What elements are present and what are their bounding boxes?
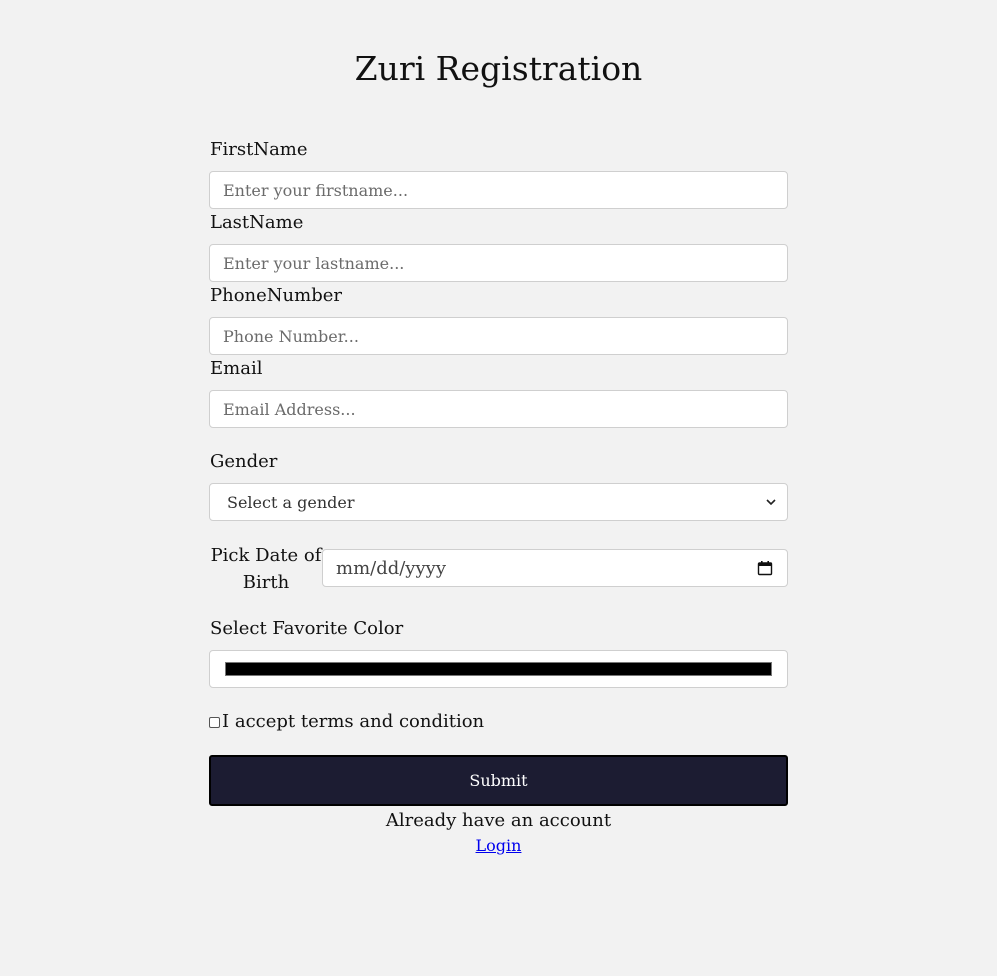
already-account-text: Already have an account xyxy=(385,810,612,831)
dob-label: Pick Date of Birth xyxy=(210,545,322,593)
terms-label: I accept terms and condition xyxy=(222,711,485,732)
chevron-down-icon xyxy=(765,496,777,508)
dob-placeholder: mm/dd/yyyy xyxy=(336,557,446,579)
submit-button[interactable]: Submit xyxy=(209,755,788,806)
lastname-label: LastName xyxy=(210,212,304,233)
favorite-color-input[interactable] xyxy=(209,650,788,688)
firstname-input[interactable] xyxy=(209,171,788,209)
dob-date-input[interactable]: mm/dd/yyyy xyxy=(322,549,788,587)
color-swatch xyxy=(225,662,772,676)
calendar-icon[interactable] xyxy=(757,560,773,576)
color-label: Select Favorite Color xyxy=(210,618,404,639)
email-input[interactable] xyxy=(209,390,788,428)
registration-page: Zuri Registration FirstName LastName Pho… xyxy=(0,0,997,976)
firstname-label: FirstName xyxy=(210,139,308,160)
terms-checkbox-row[interactable]: I accept terms and condition xyxy=(209,711,484,733)
terms-checkbox[interactable] xyxy=(209,716,220,728)
gender-selected-value: Select a gender xyxy=(227,492,355,512)
phone-label: PhoneNumber xyxy=(210,285,342,306)
page-title: Zuri Registration xyxy=(354,49,643,88)
gender-label: Gender xyxy=(210,451,278,472)
email-label: Email xyxy=(210,358,263,379)
gender-select[interactable]: Select a gender xyxy=(209,483,788,521)
login-link[interactable]: Login xyxy=(476,836,522,855)
phone-input[interactable] xyxy=(209,317,788,355)
lastname-input[interactable] xyxy=(209,244,788,282)
